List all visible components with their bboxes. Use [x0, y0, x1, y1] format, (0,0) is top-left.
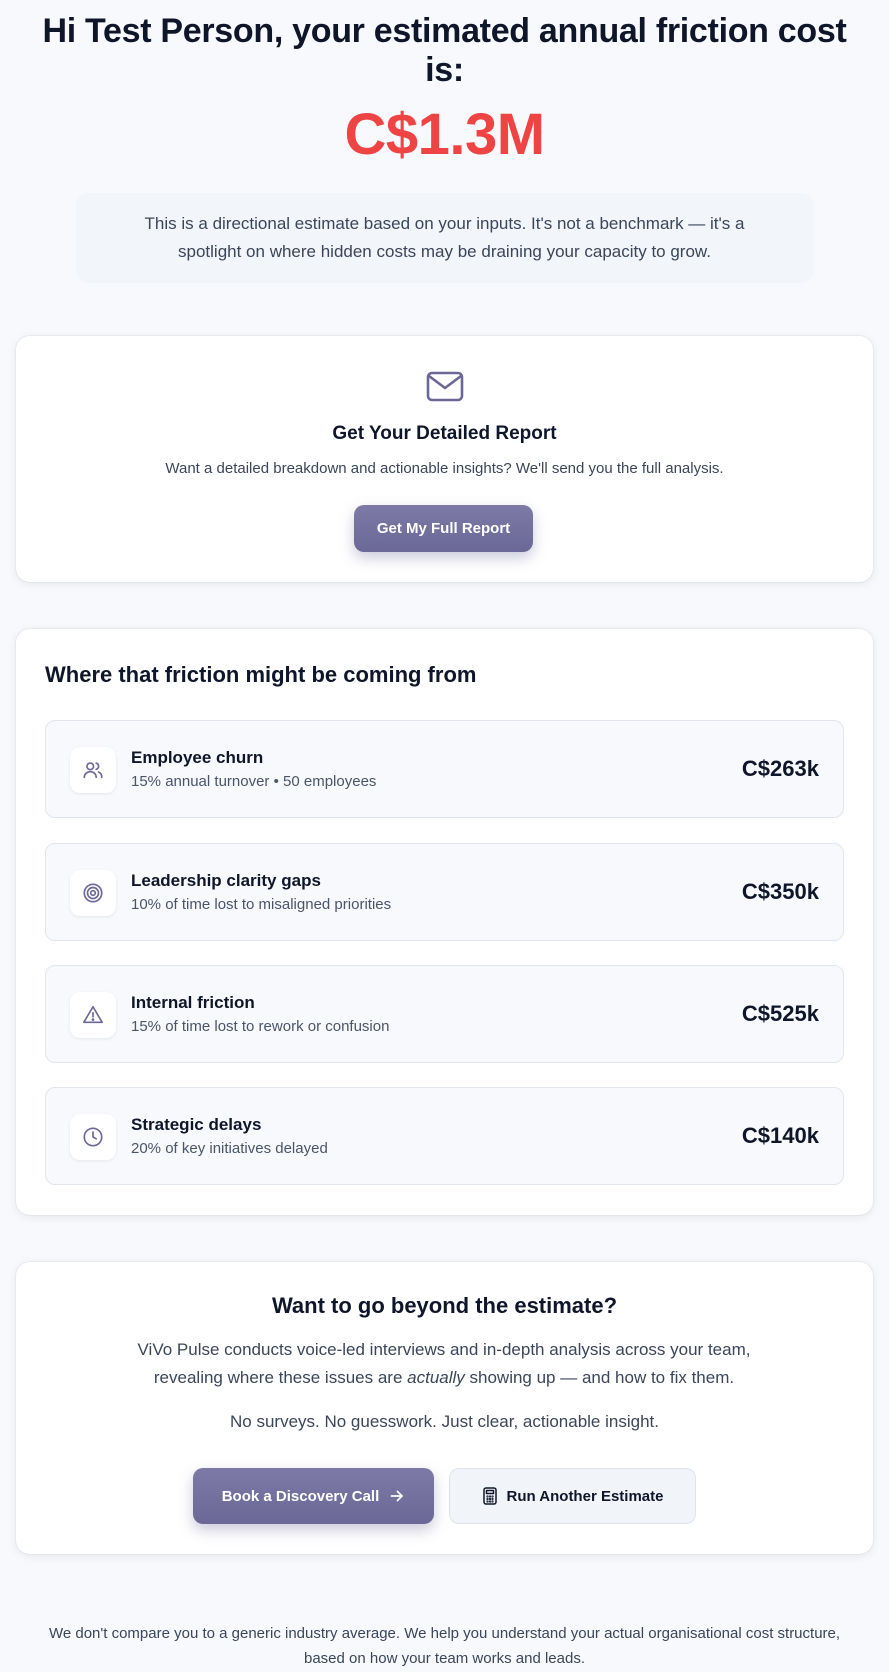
- target-icon: [70, 870, 116, 916]
- friction-item-employee-churn: Employee churn 15% annual turnover • 50 …: [45, 720, 844, 818]
- friction-item-detail: 15% of time lost to rework or confusion: [131, 1018, 390, 1035]
- disclaimer-box: This is a directional estimate based on …: [76, 193, 813, 283]
- cta-body: ViVo Pulse conducts voice-led interviews…: [114, 1336, 774, 1392]
- book-discovery-call-button[interactable]: Book a Discovery Call: [193, 1468, 434, 1524]
- run-another-estimate-label: Run Another Estimate: [506, 1487, 664, 1505]
- footer-note: We don't compare you to a generic indust…: [48, 1625, 841, 1667]
- cta-title: Want to go beyond the estimate?: [271, 1293, 618, 1318]
- users-icon: [70, 747, 116, 793]
- friction-item-detail: 10% of time lost to misaligned prioritie…: [131, 896, 392, 913]
- clock-icon: [70, 1114, 116, 1160]
- friction-item-value: C$263k: [741, 756, 819, 781]
- friction-item-value: C$350k: [741, 879, 819, 904]
- friction-item-name: Internal friction: [131, 993, 255, 1012]
- get-full-report-button[interactable]: Get My Full Report: [354, 505, 533, 552]
- cta-body-end: showing up — and how to fix them.: [464, 1368, 735, 1387]
- friction-item-name: Leadership clarity gaps: [131, 871, 321, 890]
- friction-item-name: Employee churn: [131, 748, 264, 767]
- report-card: Get Your Detailed Report Want a detailed…: [16, 336, 873, 582]
- cta-tagline: No surveys. No guesswork. Just clear, ac…: [230, 1412, 659, 1431]
- report-title: Get Your Detailed Report: [332, 423, 557, 444]
- friction-item-detail: 15% annual turnover • 50 employees: [131, 773, 377, 790]
- calculator-icon: [482, 1487, 497, 1505]
- mail-icon: [426, 371, 464, 402]
- warning-icon: [70, 992, 116, 1038]
- friction-item-internal-friction: Internal friction 15% of time lost to re…: [45, 965, 844, 1063]
- friction-item-detail: 20% of key initiatives delayed: [131, 1140, 328, 1157]
- friction-cost-amount: C$1.3M: [344, 102, 545, 167]
- friction-item-value: C$525k: [741, 1001, 819, 1026]
- friction-item-strategic-delays: Strategic delays 20% of key initiatives …: [45, 1087, 844, 1185]
- book-discovery-call-label: Book a Discovery Call: [221, 1487, 380, 1505]
- friction-item-leadership-clarity: Leadership clarity gaps 10% of time lost…: [45, 843, 844, 941]
- cta-body-emphasis: actually: [407, 1368, 465, 1387]
- report-subtitle: Want a detailed breakdown and actionable…: [165, 460, 724, 477]
- friction-item-value: C$140k: [741, 1123, 819, 1148]
- cta-card: Want to go beyond the estimate? ViVo Pul…: [16, 1262, 873, 1554]
- friction-item-name: Strategic delays: [131, 1115, 262, 1134]
- disclaimer-text: This is a directional estimate based on …: [144, 214, 745, 261]
- friction-section-title: Where that friction might be coming from: [45, 662, 477, 687]
- page-title: Hi Test Person, your estimated annual fr…: [42, 12, 847, 89]
- run-another-estimate-button[interactable]: Run Another Estimate: [449, 1468, 696, 1524]
- arrow-right-icon: [390, 1490, 404, 1502]
- friction-breakdown-card: Where that friction might be coming from…: [16, 629, 873, 1215]
